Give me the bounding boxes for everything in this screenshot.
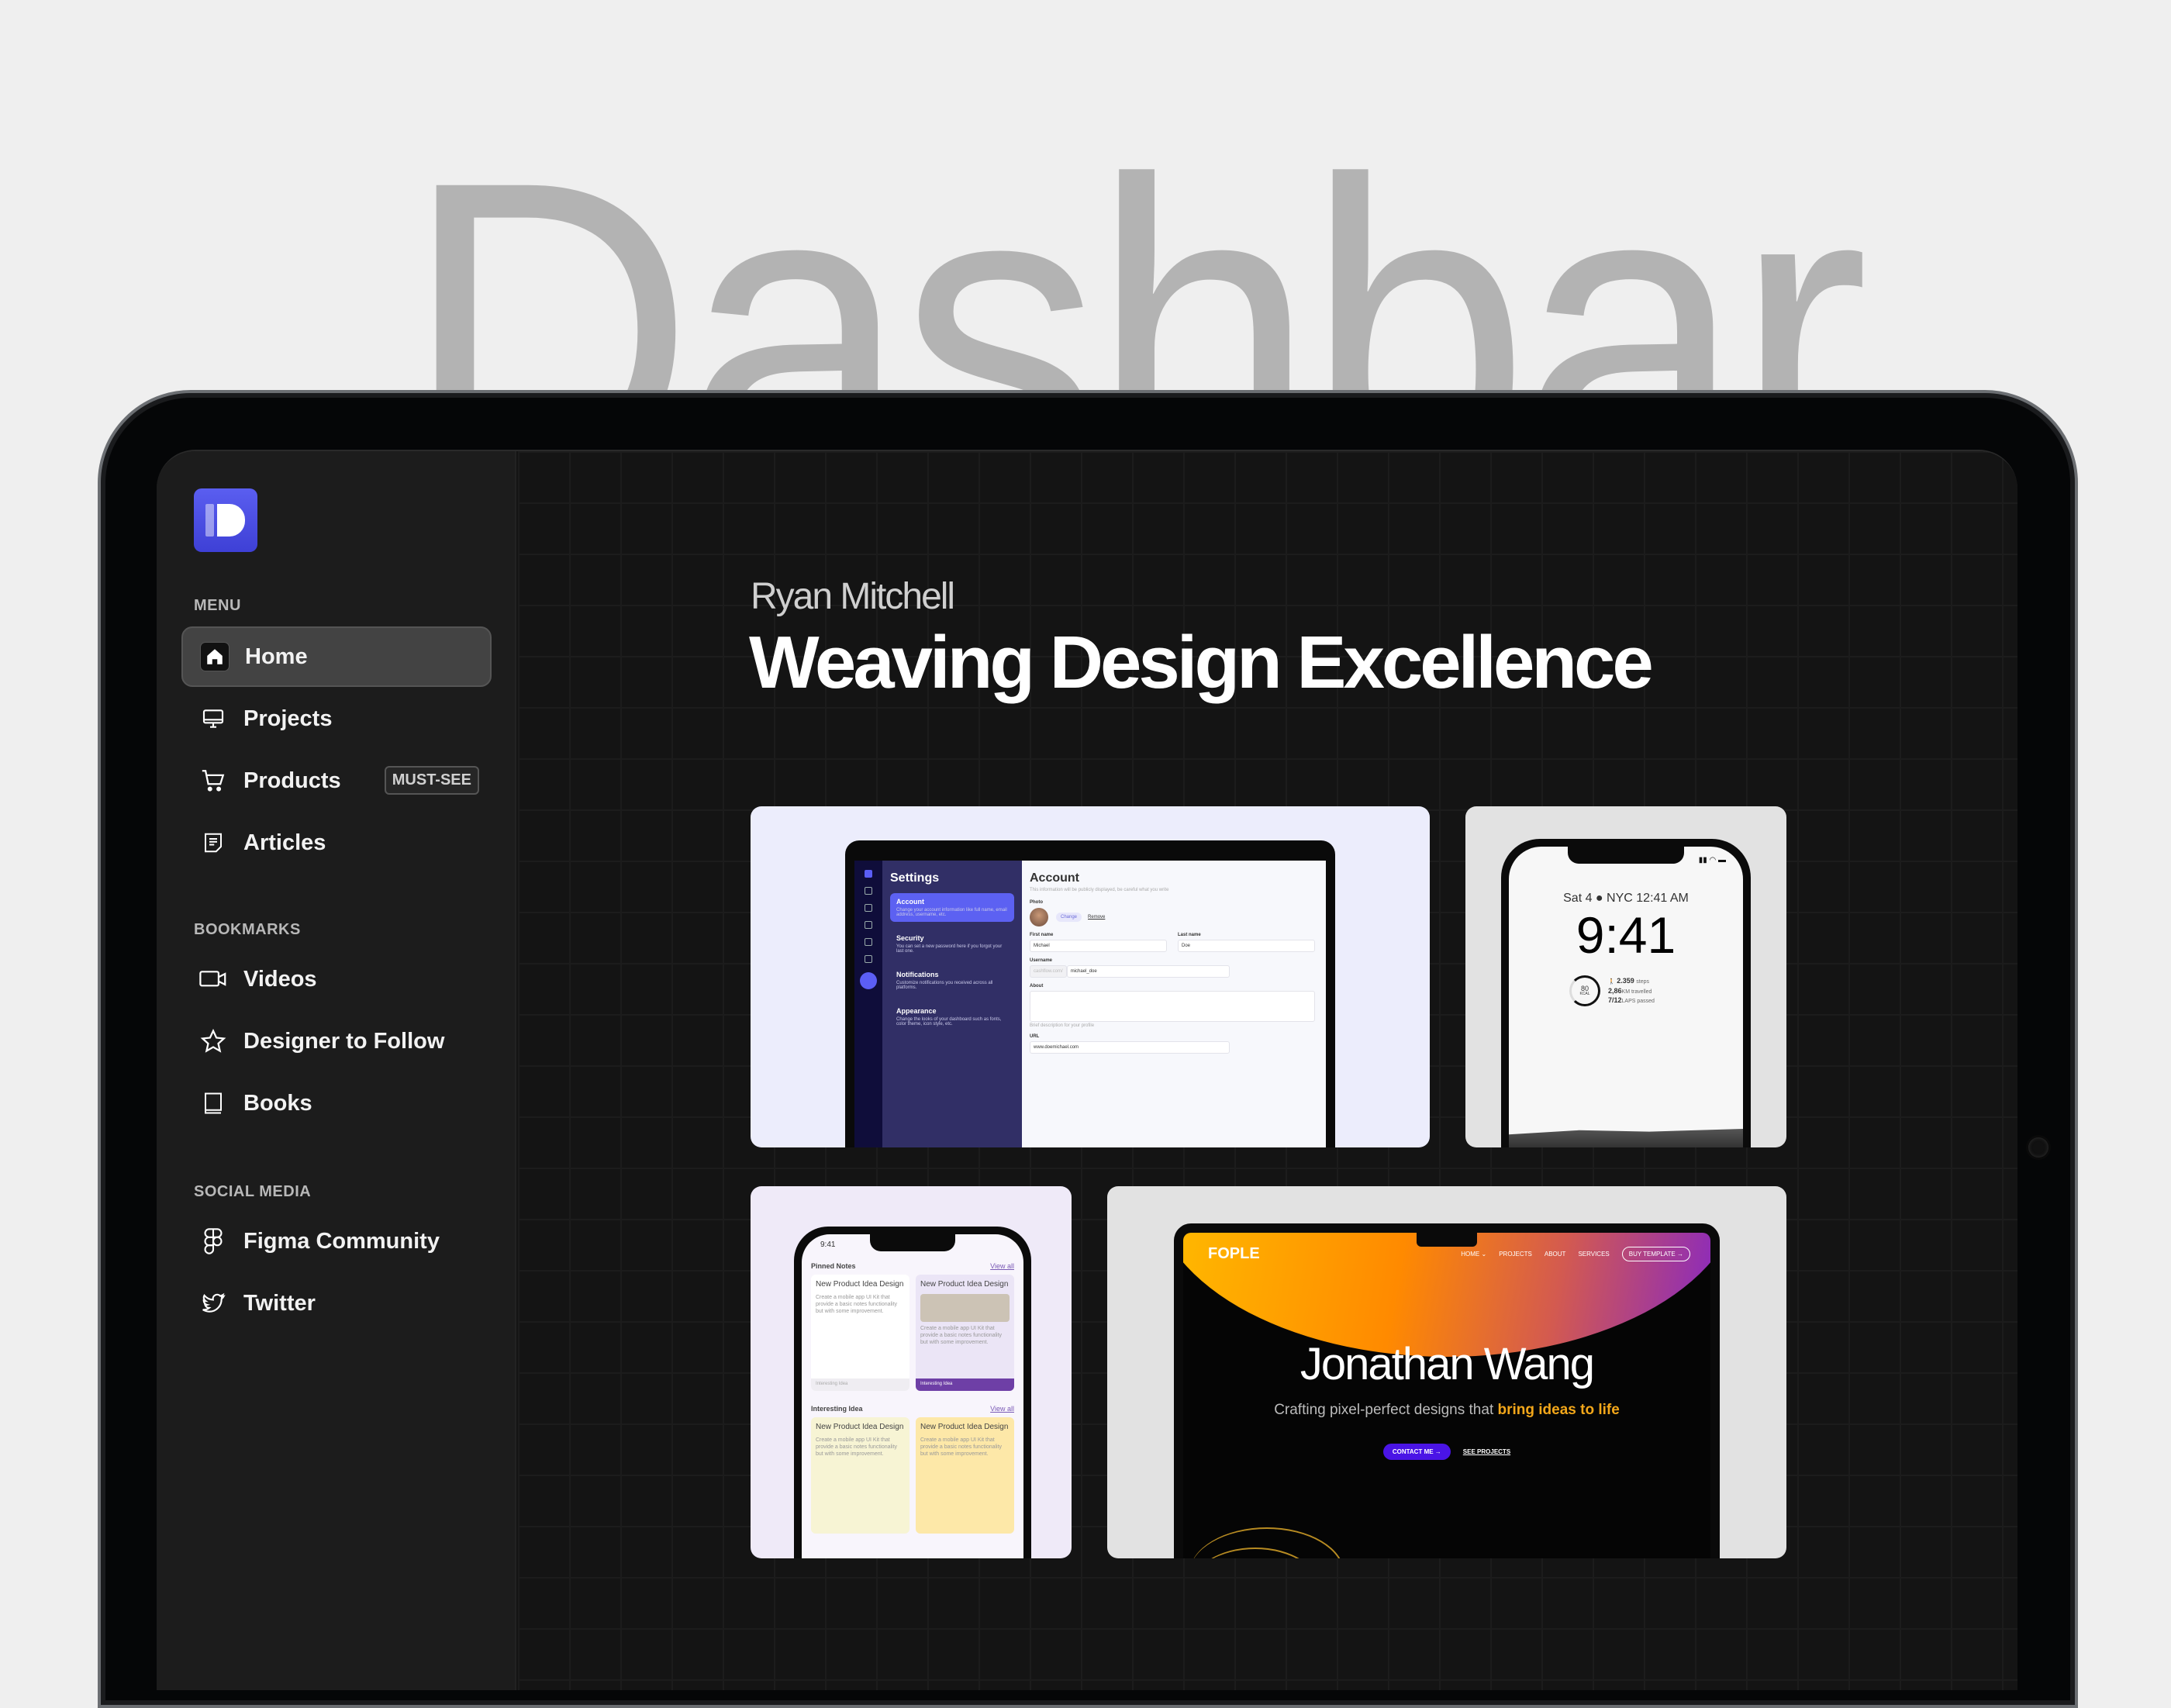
avatar xyxy=(1030,908,1048,926)
settings-title: Settings xyxy=(890,871,940,885)
figma-icon xyxy=(198,1227,228,1256)
lockscreen-clock: 9:41 xyxy=(1576,906,1676,964)
fitness-widget: 80 KCAL 🚶 2.359 steps 2,86KM travelled 7/… xyxy=(1569,975,1655,1006)
cart-icon xyxy=(198,766,228,795)
sidebar-item-products[interactable]: Products MUST-SEE xyxy=(181,750,492,811)
settings-option-notifications: Notifications Customize notifications you… xyxy=(896,971,993,990)
twitter-icon xyxy=(198,1289,228,1318)
must-see-badge: MUST-SEE xyxy=(384,766,479,795)
sidebar-item-label: Videos xyxy=(243,966,317,992)
sidebar-item-home[interactable]: Home xyxy=(181,626,492,687)
phone-mockup: 9:41 Pinned Notes View all New Product Id… xyxy=(794,1227,1031,1558)
phone-mockup: ▮▮ ◠ ▬ Sat 4 ● NYC 12:41 AM 9:41 80 KCAL … xyxy=(1501,839,1751,1147)
project-card-portfolio[interactable]: FOPLE HOME ⌄ PROJECTS ABOUT SERVICES BUY TE… xyxy=(1107,1186,1786,1558)
video-icon xyxy=(198,964,228,994)
status-icons: ▮▮ ◠ ▬ xyxy=(1698,856,1726,864)
laptop-mockup: Settings Account Change your account info… xyxy=(845,840,1335,1147)
app-screen: MENU Home Projects Products MUST-SEE Art… xyxy=(157,450,2017,1690)
home-icon xyxy=(200,642,230,671)
sidebar-item-label: Home xyxy=(245,644,308,669)
mini-icon-rail xyxy=(854,861,882,1147)
sidebar-item-videos[interactable]: Videos xyxy=(181,949,492,1009)
page-title: Weaving Design Excellence xyxy=(749,621,1654,704)
laptop-mockup: FOPLE HOME ⌄ PROJECTS ABOUT SERVICES BUY TE… xyxy=(1174,1223,1720,1558)
sidebar-item-twitter[interactable]: Twitter xyxy=(181,1273,492,1334)
project-card-lockscreen[interactable]: ▮▮ ◠ ▬ Sat 4 ● NYC 12:41 AM 9:41 80 KCAL … xyxy=(1465,806,1786,1147)
author-name: Ryan Mitchell xyxy=(751,576,955,617)
main-content: Ryan Mitchell Weaving Design Excellence … xyxy=(518,451,2017,1690)
sidebar-item-label: Products xyxy=(243,768,341,793)
sidebar-item-label: Designer to Follow xyxy=(243,1028,445,1054)
star-icon xyxy=(198,1027,228,1056)
kcal-ring: 80 KCAL xyxy=(1569,975,1600,1006)
sidebar-item-label: Projects xyxy=(243,706,333,731)
sidebar-item-books[interactable]: Books xyxy=(181,1073,492,1133)
project-card-notes[interactable]: 9:41 Pinned Notes View all New Product Id… xyxy=(751,1186,1072,1558)
sidebar-item-designer-to-follow[interactable]: Designer to Follow xyxy=(181,1011,492,1071)
sidebar: MENU Home Projects Products MUST-SEE Art… xyxy=(157,451,516,1690)
walk-icon: 🚶 xyxy=(1608,979,1615,985)
sidebar-item-label: Books xyxy=(243,1090,312,1116)
sidebar-item-label: Figma Community xyxy=(243,1228,440,1254)
sidebar-item-label: Articles xyxy=(243,830,326,855)
sidebar-item-label: Twitter xyxy=(243,1290,316,1316)
portfolio-nav: HOME ⌄ PROJECTS ABOUT SERVICES BUY TEMPLATE… xyxy=(1461,1247,1690,1261)
app-logo[interactable] xyxy=(194,488,257,552)
project-card-settings[interactable]: Settings Account Change your account info… xyxy=(751,806,1430,1147)
section-label-menu: MENU xyxy=(194,597,241,614)
section-label-social-media: SOCIAL MEDIA xyxy=(194,1183,312,1200)
sidebar-item-figma-community[interactable]: Figma Community xyxy=(181,1211,492,1272)
section-label-bookmarks: BOOKMARKS xyxy=(194,921,301,938)
sidebar-item-articles[interactable]: Articles xyxy=(181,813,492,873)
book-icon xyxy=(198,1089,228,1118)
account-form: Account This information will be publicl… xyxy=(1030,871,1315,1054)
settings-option-security: Security You can set a new password here … xyxy=(896,934,1003,954)
brand-logo: FOPLE xyxy=(1208,1245,1260,1262)
sidebar-item-projects[interactable]: Projects xyxy=(181,688,492,749)
settings-option-appearance: Appearance Change the looks of your dashb… xyxy=(896,1007,1002,1027)
article-icon xyxy=(198,828,228,857)
monitor-icon xyxy=(198,704,228,733)
camera-icon xyxy=(2028,1137,2048,1158)
settings-option-account: Account Change your account information l… xyxy=(890,893,1014,922)
